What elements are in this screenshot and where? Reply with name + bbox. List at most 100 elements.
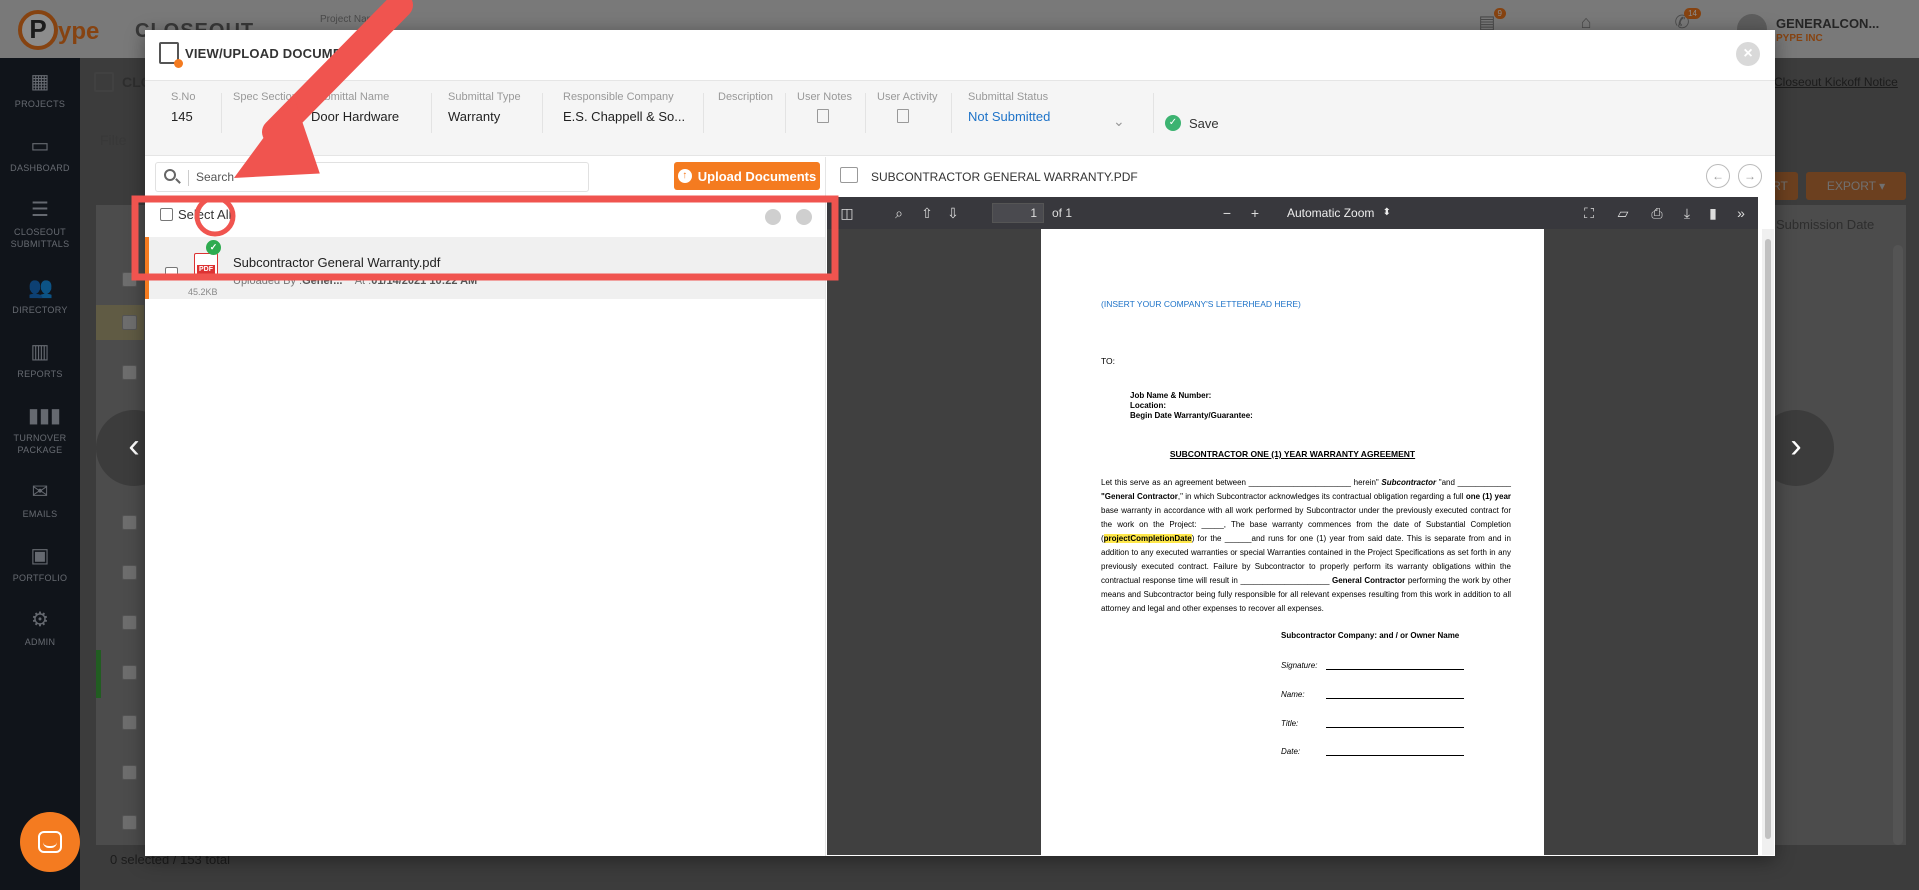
file-size: 45.2KB [188, 287, 218, 297]
body-one-year: one (1) year [1465, 492, 1512, 501]
name-line [1326, 689, 1464, 699]
search-icon[interactable]: ⌕ [889, 203, 909, 223]
divider [431, 93, 432, 133]
upload-icon: ↑ [677, 169, 692, 183]
uploaded-at-value: 01/14/2021 10:22 AM [371, 275, 478, 287]
begin-date-line: Begin Date Warranty/Guarantee: [1130, 411, 1253, 420]
save-button[interactable]: ✓ Save [1165, 113, 1219, 133]
location-line: Location: [1130, 401, 1166, 410]
upload-documents-modal: VIEW/UPLOAD DOCUMENTS × S.No 145 Spec Se… [145, 30, 1775, 856]
file-name[interactable]: Subcontractor General Warranty.pdf [233, 255, 440, 270]
document-checkbox[interactable] [165, 267, 178, 280]
body-text: Let this serve as an agreement between _… [1101, 478, 1382, 487]
info-description: Description [718, 91, 773, 109]
date-label: Date: [1281, 747, 1301, 756]
spec-section-label: Spec Section [233, 91, 298, 103]
job-name-line: Job Name & Number: [1130, 391, 1212, 400]
close-button[interactable]: × [1736, 42, 1760, 66]
body-text: ," in which Subcontractor acknowledges i… [1177, 492, 1466, 501]
divider [542, 93, 543, 133]
open-file-icon[interactable]: ▱ [1613, 203, 1633, 223]
search-input[interactable] [196, 167, 576, 187]
divider [951, 93, 952, 133]
previous-page-icon[interactable]: ⇧ [917, 203, 937, 223]
divider [785, 93, 786, 133]
print-icon[interactable]: ⎙ [1647, 203, 1667, 223]
body-general-contractor: General Contractor [1332, 576, 1406, 585]
modal-title: VIEW/UPLOAD DOCUMENTS [185, 46, 369, 61]
upload-documents-button[interactable]: ↑ Upload Documents [674, 162, 820, 190]
notes-icon[interactable] [817, 109, 829, 123]
info-spec-section: Spec Section [233, 91, 298, 109]
search-icon [164, 169, 176, 181]
modal-header: VIEW/UPLOAD DOCUMENTS × [145, 30, 1775, 78]
bookmark-icon[interactable]: ▮ [1703, 203, 1723, 223]
submittal-name-label: Submittal Name [311, 91, 390, 103]
download-icon[interactable]: ⤓ [1677, 203, 1697, 223]
sidebar-toggle-icon[interactable]: ◫ [837, 203, 857, 223]
viewer-scrollbar[interactable] [1762, 229, 1774, 855]
zoom-select[interactable]: Automatic Zoom [1277, 203, 1397, 223]
submittal-status-select[interactable]: Not Submitted [968, 109, 1050, 124]
info-responsible-company: Responsible Company E.S. Chappell & So..… [563, 91, 685, 124]
next-document-button[interactable]: → [1738, 164, 1762, 188]
submittal-name-value: Door Hardware [311, 109, 400, 124]
download-icon[interactable] [765, 209, 781, 225]
responsible-company-value: E.S. Chappell & So... [563, 109, 686, 124]
user-activity-label: User Activity [877, 91, 938, 103]
activity-icon[interactable] [897, 109, 909, 123]
submittal-info-bar: S.No 145 Spec Section Submittal Name Doo… [145, 80, 1775, 156]
owner-name-heading: Subcontractor Company: and / or Owner Na… [1281, 631, 1460, 640]
page-number-input[interactable]: 1 [992, 203, 1044, 223]
date-line [1326, 746, 1464, 756]
title-label: Title: [1281, 719, 1299, 728]
submittal-status-label: Submittal Status [968, 91, 1049, 103]
upload-label: Upload Documents [697, 168, 817, 184]
scrollbar-thumb[interactable] [1765, 239, 1771, 839]
save-icon: ✓ [1165, 115, 1181, 131]
delete-icon[interactable] [796, 209, 812, 225]
info-submittal-status[interactable]: Submittal Status Not Submitted [968, 91, 1050, 124]
pdf-viewport[interactable]: (INSERT YOUR COMPANY'S LETTERHEAD HERE) … [827, 229, 1758, 855]
sno-value: 145 [171, 109, 193, 124]
submittal-type-value: Warranty [448, 109, 501, 124]
submittal-type-label: Submittal Type [448, 91, 521, 103]
divider [865, 93, 866, 133]
title-line [1326, 718, 1464, 728]
to-line: TO: [1101, 356, 1116, 366]
uploaded-by-value: Gener... [302, 275, 343, 287]
info-submittal-type: Submittal Type Warranty [448, 91, 521, 124]
divider [1153, 93, 1154, 133]
next-page-icon[interactable]: ⇩ [943, 203, 963, 223]
responsible-company-label: Responsible Company [563, 91, 674, 103]
signature-label: Signature: [1281, 661, 1318, 670]
divider [221, 93, 222, 133]
letterhead-placeholder: (INSERT YOUR COMPANY'S LETTERHEAD HERE) [1101, 299, 1301, 309]
info-submittal-name: Submittal Name Door Hardware [311, 91, 399, 124]
chevron-down-icon[interactable]: ⌄ [1113, 113, 1125, 130]
search-field[interactable] [155, 162, 589, 192]
more-tools-icon[interactable]: » [1731, 203, 1751, 223]
select-all-row[interactable]: Select All [160, 207, 231, 222]
document-view-icon [159, 42, 183, 68]
pdf-tag: PDF [197, 265, 215, 275]
document-viewer-panel: SUBCONTRACTOR GENERAL WARRANTY.PDF ← → ◫… [825, 157, 1775, 856]
divider [188, 170, 189, 186]
chat-launcher-button[interactable] [20, 812, 80, 872]
pdf-page: (INSERT YOUR COMPANY'S LETTERHEAD HERE) … [1041, 229, 1544, 855]
zoom-out-icon[interactable]: − [1217, 203, 1237, 223]
zoom-in-icon[interactable]: + [1245, 203, 1265, 223]
document-list-item[interactable]: PDF ✓ 45.2KB Subcontractor General Warra… [145, 237, 825, 299]
highlighted-field: projectCompletionDate [1103, 534, 1192, 543]
viewer-header: SUBCONTRACTOR GENERAL WARRANTY.PDF ← → [826, 157, 1776, 195]
body-general-contractor: "General Contractor [1101, 492, 1178, 501]
select-all-checkbox[interactable] [160, 208, 173, 221]
previous-document-button[interactable]: ← [1706, 164, 1730, 188]
job-info-block: Job Name & Number: Location: Begin Date … [1130, 391, 1540, 421]
body-subcontractor: Subcontractor [1381, 478, 1437, 487]
info-user-notes: User Notes [797, 91, 852, 126]
eye-document-icon [840, 167, 858, 183]
body-text: "and ____________ [1436, 478, 1511, 487]
select-all-label[interactable]: Select All [178, 207, 231, 222]
fullscreen-icon[interactable]: ⛶ [1579, 203, 1599, 223]
